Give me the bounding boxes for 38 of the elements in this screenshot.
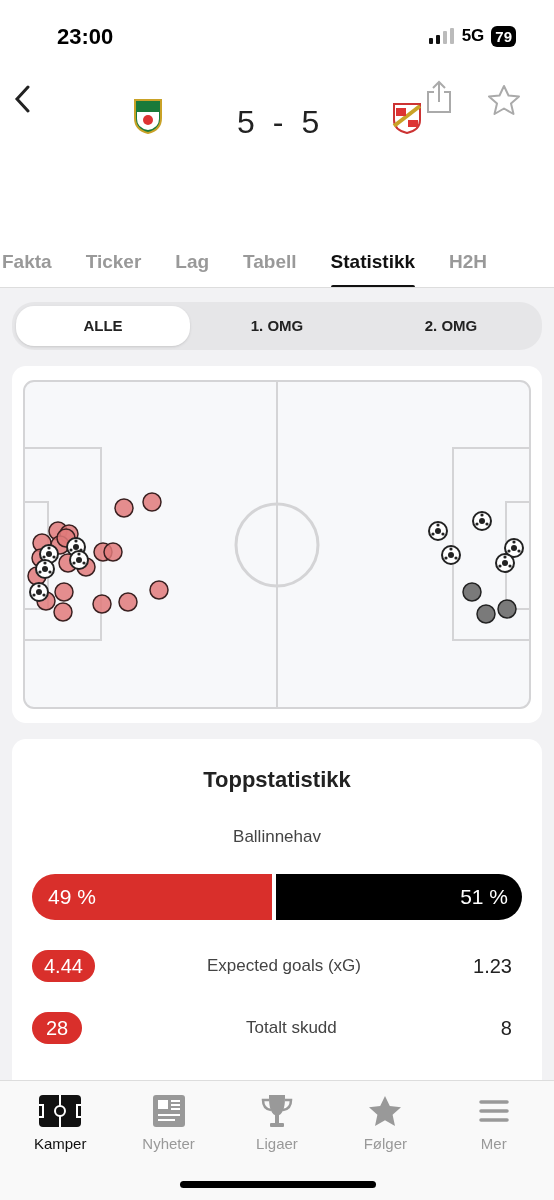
nav-tab[interactable]: Mer	[443, 1093, 544, 1155]
nav-tab[interactable]: Nyheter	[118, 1093, 219, 1155]
team-crest-icon	[392, 100, 422, 134]
home-score: 5	[237, 103, 255, 142]
home-stat-pill: 4.44	[32, 949, 95, 982]
possession-away-value: 51 %	[460, 883, 508, 910]
away-stat-value: 1.23	[473, 953, 513, 979]
stat-label: Ballinnehav	[232, 826, 322, 848]
news-icon	[152, 1093, 185, 1129]
battery-indicator: 79	[491, 25, 516, 47]
nav-tab[interactable]: Følger	[335, 1093, 436, 1155]
network-label: 5G	[461, 25, 485, 48]
possession-home-fill: 49 %	[32, 873, 273, 920]
pitch-icon	[39, 1093, 82, 1129]
tab[interactable]: Tabell	[243, 236, 297, 287]
period-segment[interactable]: 1. OMG	[190, 306, 364, 346]
away-score: 5	[301, 103, 320, 142]
score-separator: -	[272, 103, 284, 142]
stat-label: Totalt skudd	[246, 1016, 337, 1039]
away-stat-value: 8	[500, 1015, 513, 1041]
tab[interactable]: Ticker	[85, 236, 142, 287]
trophy-icon	[260, 1093, 293, 1129]
tab[interactable]: Statistikk	[330, 236, 416, 287]
signal-icon	[428, 28, 455, 44]
stat-label: Expected goals (xG)	[207, 954, 361, 977]
tab[interactable]: Fakta	[2, 236, 52, 287]
team-crest-icon	[133, 98, 163, 134]
favorite-star-icon[interactable]	[487, 84, 521, 116]
nav-tab[interactable]: Kamper	[10, 1093, 111, 1155]
share-icon[interactable]	[425, 80, 453, 114]
card-title: Toppstatistikk	[202, 766, 352, 794]
tab[interactable]: H2H	[449, 236, 488, 287]
home-stat-pill: 28	[32, 1011, 82, 1044]
tab[interactable]: Lag	[175, 236, 210, 287]
nav-tab[interactable]: Ligaer	[226, 1093, 327, 1155]
status-time: 23:00	[57, 22, 114, 51]
period-segment[interactable]: 2. OMG	[364, 306, 538, 346]
period-segment[interactable]: ALLE	[16, 306, 190, 346]
